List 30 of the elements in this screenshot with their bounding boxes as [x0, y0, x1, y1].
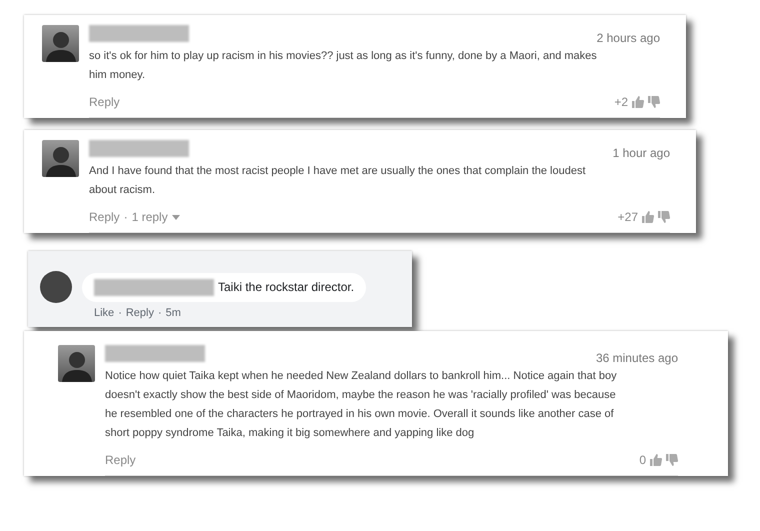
vote-count: +2 [614, 95, 628, 109]
avatar-silhouette-icon [62, 350, 92, 382]
thumbs-down-icon[interactable] [666, 454, 678, 466]
timestamp: 1 hour ago [612, 146, 670, 160]
comment-text: so it's ok for him to play up racism in his movies?? just as long as it's funny, done by a Maori, and makes him money. [89, 49, 598, 83]
avatar-silhouette-icon [46, 145, 76, 177]
action-link[interactable]: Reply [126, 307, 154, 319]
separator-dot: · [118, 307, 122, 319]
separator-dot: · [158, 307, 162, 319]
comment-text: Notice how quiet Taika kept when he needed New Zealand dollars to bankroll him... Notice again that boy doesn't exactly show the best side of Maoridom, maybe the reason he was 'racially profiled' was because he resembled one of the characters he portrayed in his own movie. Overall it sounds like another case of short poppy syndrome Taika, making it big somewhere and yapping like dog [105, 369, 618, 441]
reply-link[interactable]: Reply [105, 453, 136, 467]
comment-text: Taiki the rockstar director. [218, 280, 354, 294]
timestamp: 2 hours ago [596, 31, 660, 45]
action-link[interactable]: Like [94, 307, 114, 319]
avatar-silhouette-icon [46, 30, 76, 62]
separator-dot: · [124, 210, 128, 224]
avatar [40, 271, 72, 303]
timestamp: 36 minutes ago [596, 351, 678, 365]
thumbs-down-icon[interactable] [648, 96, 660, 108]
reply-link[interactable]: Reply [89, 95, 120, 109]
thumbs-up-icon[interactable] [632, 96, 644, 108]
vote-count: 0 [639, 453, 646, 467]
thumbs-up-icon[interactable] [650, 454, 662, 466]
thumbs-down-icon[interactable] [658, 211, 670, 223]
replies-link[interactable]: 1 reply [132, 210, 168, 224]
caret-icon[interactable] [172, 214, 180, 220]
vote-count: +27 [618, 210, 638, 224]
reply-link[interactable]: Reply [89, 210, 120, 224]
comment-text: And I have found that the most racist people I have met are usually the ones that complain the loudest about racism. [89, 164, 587, 198]
thumbs-up-icon[interactable] [642, 211, 654, 223]
